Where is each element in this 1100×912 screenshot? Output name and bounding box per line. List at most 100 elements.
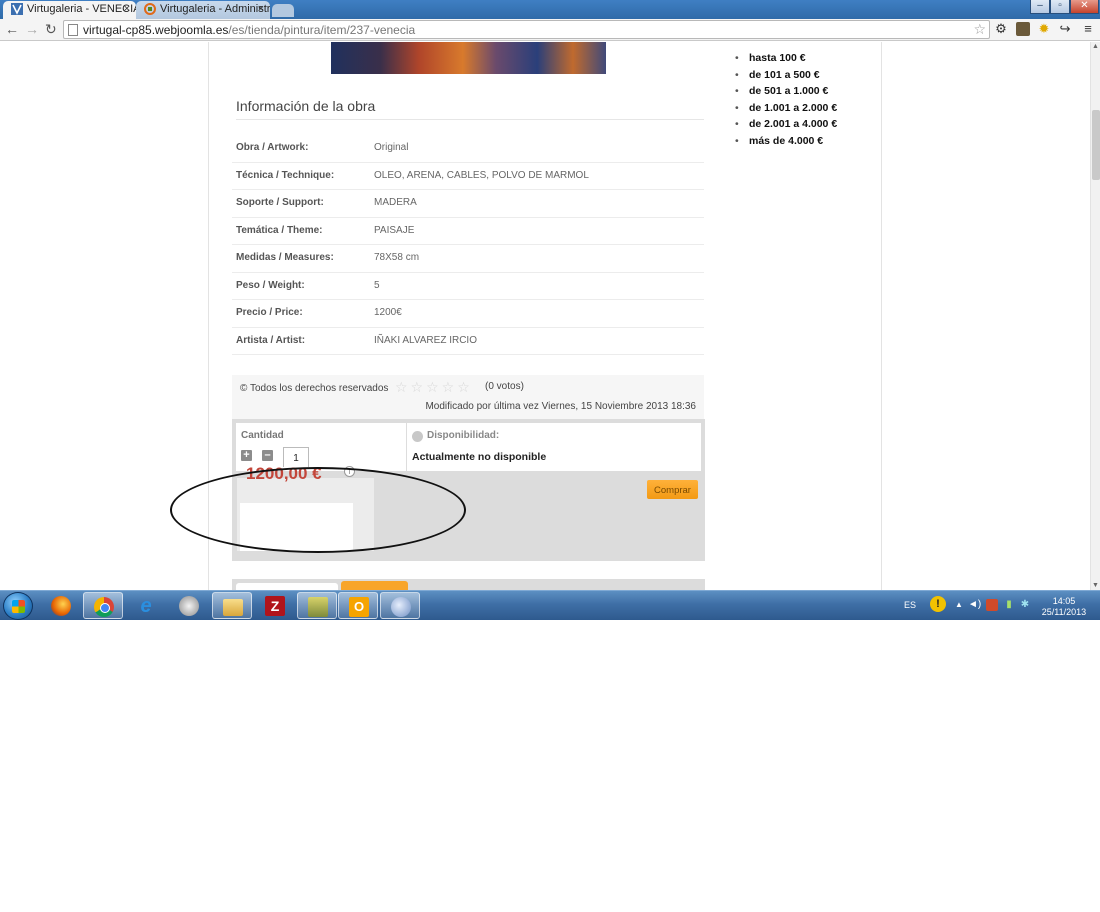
info-value: 5 xyxy=(374,279,380,291)
tray-utility-icon[interactable]: ✱ xyxy=(1019,599,1031,611)
extension-square-icon[interactable] xyxy=(1016,22,1030,36)
extension-gear-icon[interactable]: ⚙ xyxy=(994,22,1008,36)
bullet-icon: • xyxy=(735,68,739,81)
tray-app-icon[interactable] xyxy=(986,599,998,611)
availability-icon xyxy=(412,431,423,442)
artwork-image[interactable] xyxy=(331,42,606,74)
price-filter-label: de 2.001 a 4.000 € xyxy=(749,118,838,130)
bullet-icon: • xyxy=(735,85,739,97)
info-label: Técnica / Technique: xyxy=(236,169,335,181)
quantity-plus-button[interactable]: + xyxy=(241,450,252,461)
page-viewport: • hasta 100 € • de 101 a 500 € • de 501 a 1.0… xyxy=(0,42,1090,590)
scroll-thumb[interactable] xyxy=(1092,110,1100,180)
rating-stars[interactable]: ☆☆☆☆☆ xyxy=(395,379,473,396)
chrome-icon xyxy=(94,597,114,617)
buy-button[interactable]: Comprar xyxy=(647,480,698,499)
vertical-scrollbar[interactable]: ▲ ▼ xyxy=(1090,42,1100,590)
bookmark-star-icon[interactable]: ☆ xyxy=(973,21,986,38)
price-filter-item[interactable]: • de 2.001 a 4.000 € xyxy=(735,118,837,135)
scroll-down-icon[interactable]: ▼ xyxy=(1092,582,1099,589)
tab-title: Virtugaleria - Administració xyxy=(160,3,270,15)
taskbar-firefox[interactable] xyxy=(41,592,81,619)
system-tray: ES ! ▲ ◄) ▮ ✱ 14:05 25/11/2013 xyxy=(900,591,1100,621)
start-button[interactable] xyxy=(3,592,33,620)
outlook-icon: O xyxy=(349,597,369,617)
taskbar-paint[interactable] xyxy=(380,592,420,619)
product-tab[interactable] xyxy=(236,583,338,590)
taskbar-file-manager[interactable] xyxy=(297,592,337,619)
bullet-icon: • xyxy=(735,52,739,64)
price-filter-label: hasta 100 € xyxy=(749,52,806,64)
product-tab[interactable] xyxy=(341,581,408,590)
quantity-label: Cantidad xyxy=(241,430,284,441)
bullet-icon: • xyxy=(735,118,739,130)
hp-icon xyxy=(179,596,199,616)
windows-taskbar: e Z O ES ! ▲ ◄) ▮ ✱ 14:05 25/11/2013 xyxy=(0,590,1100,620)
price-filter-item[interactable]: • de 1.001 a 2.000 € xyxy=(735,102,837,119)
taskbar-explorer[interactable] xyxy=(212,592,252,619)
price-filter-item[interactable]: • de 101 a 500 € xyxy=(735,69,837,86)
price-filter-item[interactable]: • más de 4.000 € xyxy=(735,135,837,152)
language-indicator[interactable]: ES xyxy=(904,600,916,610)
taskbar-outlook[interactable]: O xyxy=(338,592,378,619)
price-filter-item[interactable]: • hasta 100 € xyxy=(735,52,837,69)
address-bar[interactable]: virtugal-cp85.webjoomla.es/es/tienda/pin… xyxy=(63,20,990,39)
votes-count: (0 votos) xyxy=(485,381,524,392)
info-label: Peso / Weight: xyxy=(236,279,305,291)
back-arrow-icon[interactable]: ← xyxy=(5,21,19,37)
info-label: Soporte / Support: xyxy=(236,197,324,208)
tab-close-icon[interactable]: × xyxy=(124,1,130,17)
quantity-minus-button[interactable]: – xyxy=(262,450,273,461)
info-row: Soporte / Support: MADERA xyxy=(232,190,704,218)
annotation-ellipse xyxy=(170,467,466,553)
price-filter-item[interactable]: • de 501 a 1.000 € xyxy=(735,85,837,102)
info-value: PAISAJE xyxy=(374,224,415,236)
tab-close-icon[interactable]: × xyxy=(258,1,264,17)
extension-arrow-icon[interactable]: ↪ xyxy=(1058,22,1072,36)
product-tabs-bar xyxy=(232,579,705,590)
reload-icon[interactable]: ↻ xyxy=(45,21,57,37)
info-row: Medidas / Measures: 78X58 cm xyxy=(232,245,704,273)
info-row: Artista / Artist: IÑAKI ALVAREZ IRCIO xyxy=(232,328,704,355)
extension-sun-icon[interactable]: ✹ xyxy=(1037,22,1051,36)
joomla-favicon-icon xyxy=(144,3,156,15)
artwork-meta-box: © Todos los derechos reservados ☆☆☆☆☆ (0… xyxy=(232,375,704,421)
url-text[interactable]: virtugal-cp85.webjoomla.es/es/tienda/pin… xyxy=(83,23,415,37)
price-filter-label: más de 4.000 € xyxy=(749,134,824,147)
taskbar-hp[interactable] xyxy=(169,592,209,619)
browser-menu-icon[interactable]: ≡ xyxy=(1081,22,1095,36)
price-filter-label: de 101 a 500 € xyxy=(749,68,820,81)
scroll-up-icon[interactable]: ▲ xyxy=(1092,43,1099,50)
tab-virtugaleria-admin[interactable]: Virtugaleria - Administració × xyxy=(136,1,270,19)
window-minimize-button[interactable]: – xyxy=(1030,0,1050,14)
info-value: IÑAKI ALVAREZ IRCIO xyxy=(374,334,477,346)
taskbar-clock[interactable]: 14:05 25/11/2013 xyxy=(1039,596,1089,618)
info-row: Precio / Price: 1200€ xyxy=(232,300,704,328)
new-tab-button[interactable] xyxy=(272,4,294,17)
forward-arrow-icon[interactable]: → xyxy=(25,21,39,37)
window-maximize-button[interactable]: ▫ xyxy=(1050,0,1070,14)
action-center-alert-icon[interactable]: ! xyxy=(930,596,946,612)
last-modified-text: Modificado por última vez Viernes, 15 No… xyxy=(425,401,696,412)
site-favicon-icon xyxy=(11,3,23,15)
clock-date: 25/11/2013 xyxy=(1041,607,1087,617)
browser-toolbar: ← → ↻ virtugal-cp85.webjoomla.es/es/tien… xyxy=(0,19,1100,41)
info-value: 78X58 cm xyxy=(374,252,420,263)
folder-icon xyxy=(223,599,243,616)
taskbar-chrome[interactable] xyxy=(83,592,123,619)
clock-time: 14:05 xyxy=(1052,596,1076,606)
taskbar-internet-explorer[interactable]: e xyxy=(126,592,166,619)
price-filter-list: • hasta 100 € • de 101 a 500 € • de 501 a 1.0… xyxy=(735,52,837,151)
info-row: Temática / Theme: PAISAJE xyxy=(232,218,704,245)
tab-title: Virtugaleria - VENECIA xyxy=(27,3,136,15)
tab-virtugaleria-venecia[interactable]: Virtugaleria - VENECIA × xyxy=(3,1,136,19)
price-filter-label: de 501 a 1.000 € xyxy=(749,85,829,97)
taskbar-filezilla[interactable]: Z xyxy=(255,592,295,619)
artwork-info-table: Obra / Artwork: Original Técnica / Techniq… xyxy=(232,135,704,355)
info-label: Obra / Artwork: xyxy=(236,142,309,153)
volume-icon[interactable]: ◄) xyxy=(968,599,981,611)
network-icon[interactable]: ▮ xyxy=(1003,599,1015,611)
window-close-button[interactable]: ✕ xyxy=(1070,0,1099,14)
show-hidden-icons-icon[interactable]: ▲ xyxy=(953,599,965,611)
firefox-icon xyxy=(51,596,71,616)
